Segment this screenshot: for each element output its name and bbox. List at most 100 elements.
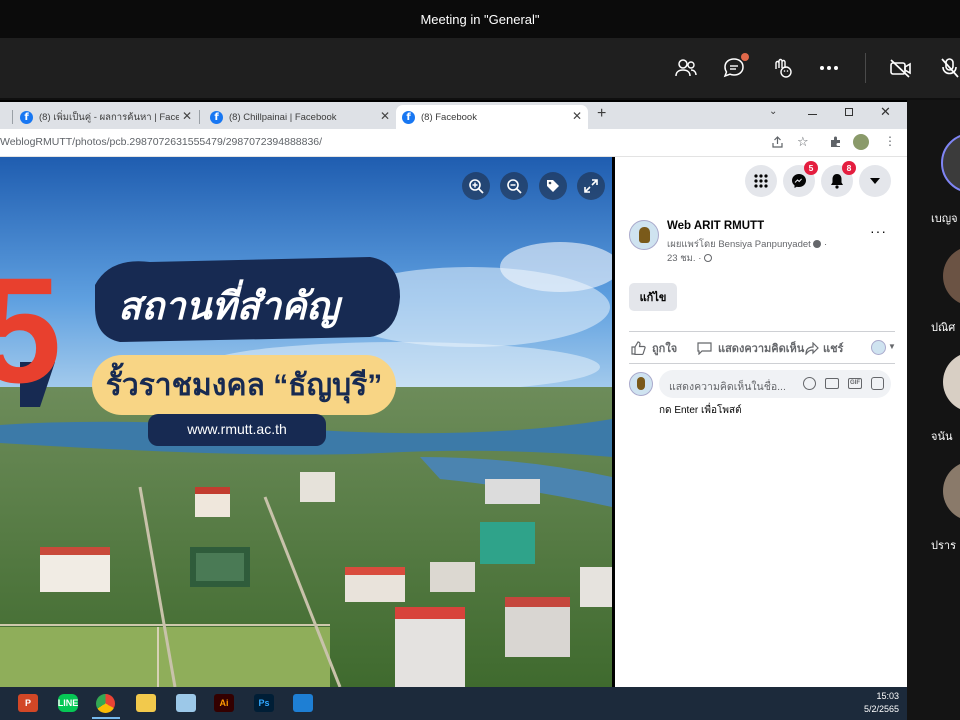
reactions-icon[interactable] <box>769 55 795 81</box>
share-icon <box>805 341 819 355</box>
fullscreen-icon[interactable] <box>577 172 605 200</box>
chat-notification-dot <box>741 53 749 61</box>
zoom-in-icon[interactable] <box>462 172 490 200</box>
participant-avatar <box>943 461 960 521</box>
tab-search-chevron-icon[interactable]: ⌄ <box>769 106 777 117</box>
comment-icon <box>697 342 712 355</box>
tag-icon[interactable] <box>539 172 567 200</box>
post-divider <box>629 331 895 332</box>
chat-icon[interactable] <box>721 53 749 81</box>
clock-time: 15:03 <box>876 691 899 701</box>
toolbar-divider <box>865 53 866 83</box>
facebook-favicon-icon: f <box>402 110 415 124</box>
share-page-icon[interactable] <box>771 136 784 154</box>
emoji-icon[interactable] <box>803 377 816 390</box>
photo-subline: รั้วราชมงคล “ธัญบุรี” <box>105 369 383 402</box>
tab-close-icon[interactable]: ✕ <box>572 109 582 123</box>
tab-close-icon[interactable]: ✕ <box>182 109 192 123</box>
browser-tab[interactable]: f (8) Chillpainai | Facebook ✕ <box>204 105 396 129</box>
powerpoint-icon[interactable]: P <box>18 694 38 712</box>
gif-icon[interactable]: GIF <box>848 378 862 389</box>
menu-grid-icon[interactable] <box>745 165 777 197</box>
file-explorer-icon[interactable] <box>136 694 156 712</box>
publisher-text: เผยแพร่โดย Bensiya Panpunyadet <box>667 239 811 250</box>
reaction-as-chevron-icon[interactable]: ▼ <box>888 342 896 351</box>
photos-icon[interactable] <box>293 694 313 712</box>
minimize-icon[interactable] <box>808 114 817 115</box>
zoom-out-icon[interactable] <box>500 172 528 200</box>
edit-button[interactable]: แก้ไข <box>629 283 677 311</box>
comment-label: แสดงความคิดเห็น <box>718 343 805 355</box>
enter-hint: กด Enter เพื่อโพสต์ <box>659 405 742 416</box>
line-icon[interactable]: LINE <box>58 694 78 712</box>
active-app-indicator <box>92 717 120 719</box>
clock-date: 5/2/2565 <box>863 704 899 714</box>
mic-off-icon[interactable] <box>937 55 960 81</box>
share-button[interactable]: แชร์ <box>805 339 843 357</box>
facebook-favicon-icon: f <box>20 110 33 124</box>
browser-tab-active[interactable]: f (8) Facebook ✕ <box>396 105 588 129</box>
camera-icon[interactable] <box>825 378 839 389</box>
photo-website: www.rmutt.ac.th <box>187 421 287 437</box>
photoshop-icon[interactable]: Ps <box>254 694 274 712</box>
restore-icon[interactable] <box>845 108 853 116</box>
profile-avatar[interactable] <box>853 134 869 150</box>
url-field[interactable]: WeblogRMUTT/photos/pcb.2987072631555479/… <box>0 136 322 148</box>
comment-input[interactable]: แสดงความคิดเห็นในชื่อ... GIF <box>659 370 891 398</box>
meeting-title: Meeting in "General" <box>420 11 540 27</box>
share-label: แชร์ <box>823 343 844 355</box>
photo-number: 5 <box>0 246 62 414</box>
comment-placeholder: แสดงความคิดเห็นในชื่อ... <box>669 381 786 393</box>
people-icon[interactable] <box>673 55 699 81</box>
participant-tile[interactable]: ปราร <box>907 100 960 560</box>
tab-label: (8) Facebook <box>421 111 477 123</box>
notepad-icon[interactable] <box>176 694 196 712</box>
tab-separator <box>199 110 200 124</box>
close-window-icon[interactable]: ✕ <box>880 104 891 120</box>
post-more-icon[interactable]: ··· <box>870 223 887 239</box>
actions-divider <box>629 363 895 364</box>
chrome-icon[interactable] <box>96 694 115 713</box>
url-text: WeblogRMUTT/photos/pcb.2987072631555479/… <box>0 136 323 148</box>
browser-tab[interactable]: f (8) เพิ่มเป็นคู่ - ผลการค้นหา | Facebo… <box>14 105 198 129</box>
browser-menu-icon[interactable]: ⋮ <box>884 134 896 148</box>
reaction-as-avatar[interactable] <box>871 340 886 355</box>
sticker-icon[interactable] <box>871 377 884 390</box>
post-time-text: 23 ชม. <box>667 253 696 264</box>
account-chevron-icon[interactable] <box>859 165 891 197</box>
messenger-icon[interactable]: 5 <box>783 161 818 197</box>
participant-name: ปราร <box>931 540 956 552</box>
browser-tabstrip: f (8) เพิ่มเป็นคู่ - ผลการค้นหา | Facebo… <box>0 102 907 129</box>
new-tab-icon[interactable]: + <box>597 105 606 123</box>
address-bar: WeblogRMUTT/photos/pcb.2987072631555479/… <box>0 129 907 157</box>
tab-label: (8) เพิ่มเป็นคู่ - ผลการค้นหา | Facebook <box>39 111 179 123</box>
meeting-titlebar: Meeting in "General" <box>0 0 960 38</box>
windows-taskbar: P LINE Ai Ps 15:03 5/2/2565 <box>0 687 907 720</box>
tab-close-icon[interactable]: ✕ <box>380 109 390 123</box>
like-button[interactable]: ถูกใจ <box>631 339 677 357</box>
camera-off-icon[interactable] <box>888 55 914 81</box>
facebook-post-panel: 5 8 Web ARIT RMUTT เผยแพร่โดย Bensiya Pa… <box>615 157 907 687</box>
extensions-icon[interactable] <box>829 135 842 153</box>
help-circle-icon <box>813 240 822 248</box>
tab-separator <box>12 110 13 124</box>
like-label: ถูกใจ <box>652 343 678 355</box>
tab-label: (8) Chillpainai | Facebook <box>229 111 337 123</box>
taskbar-clock[interactable]: 15:03 5/2/2565 <box>864 690 899 716</box>
photo-viewer: 5 สถานที่สำคัญ รั้วราชมงคล “ธัญบุรี” www… <box>0 157 612 687</box>
participants-rail: เบญจ ปณิศ จนัน ปราร <box>907 100 960 720</box>
globe-icon <box>704 254 713 262</box>
illustrator-icon[interactable]: Ai <box>214 694 234 712</box>
page-name[interactable]: Web ARIT RMUTT <box>667 220 764 232</box>
bookmark-star-icon[interactable]: ☆ <box>797 134 809 150</box>
more-icon[interactable] <box>816 55 842 81</box>
photo-headline: สถานที่สำคัญ <box>118 286 339 328</box>
post-time: 23 ชม. · <box>667 251 713 266</box>
notification-badge: 8 <box>842 161 856 175</box>
notifications-bell-icon[interactable]: 8 <box>821 161 856 197</box>
shared-screen: f (8) เพิ่มเป็นคู่ - ผลการค้นหา | Facebo… <box>0 100 907 720</box>
publisher-line: เผยแพร่โดย Bensiya Panpunyadet · <box>667 239 828 250</box>
commenter-avatar <box>629 372 653 396</box>
comment-button[interactable]: แสดงความคิดเห็น <box>697 339 804 357</box>
page-avatar[interactable] <box>629 220 659 250</box>
